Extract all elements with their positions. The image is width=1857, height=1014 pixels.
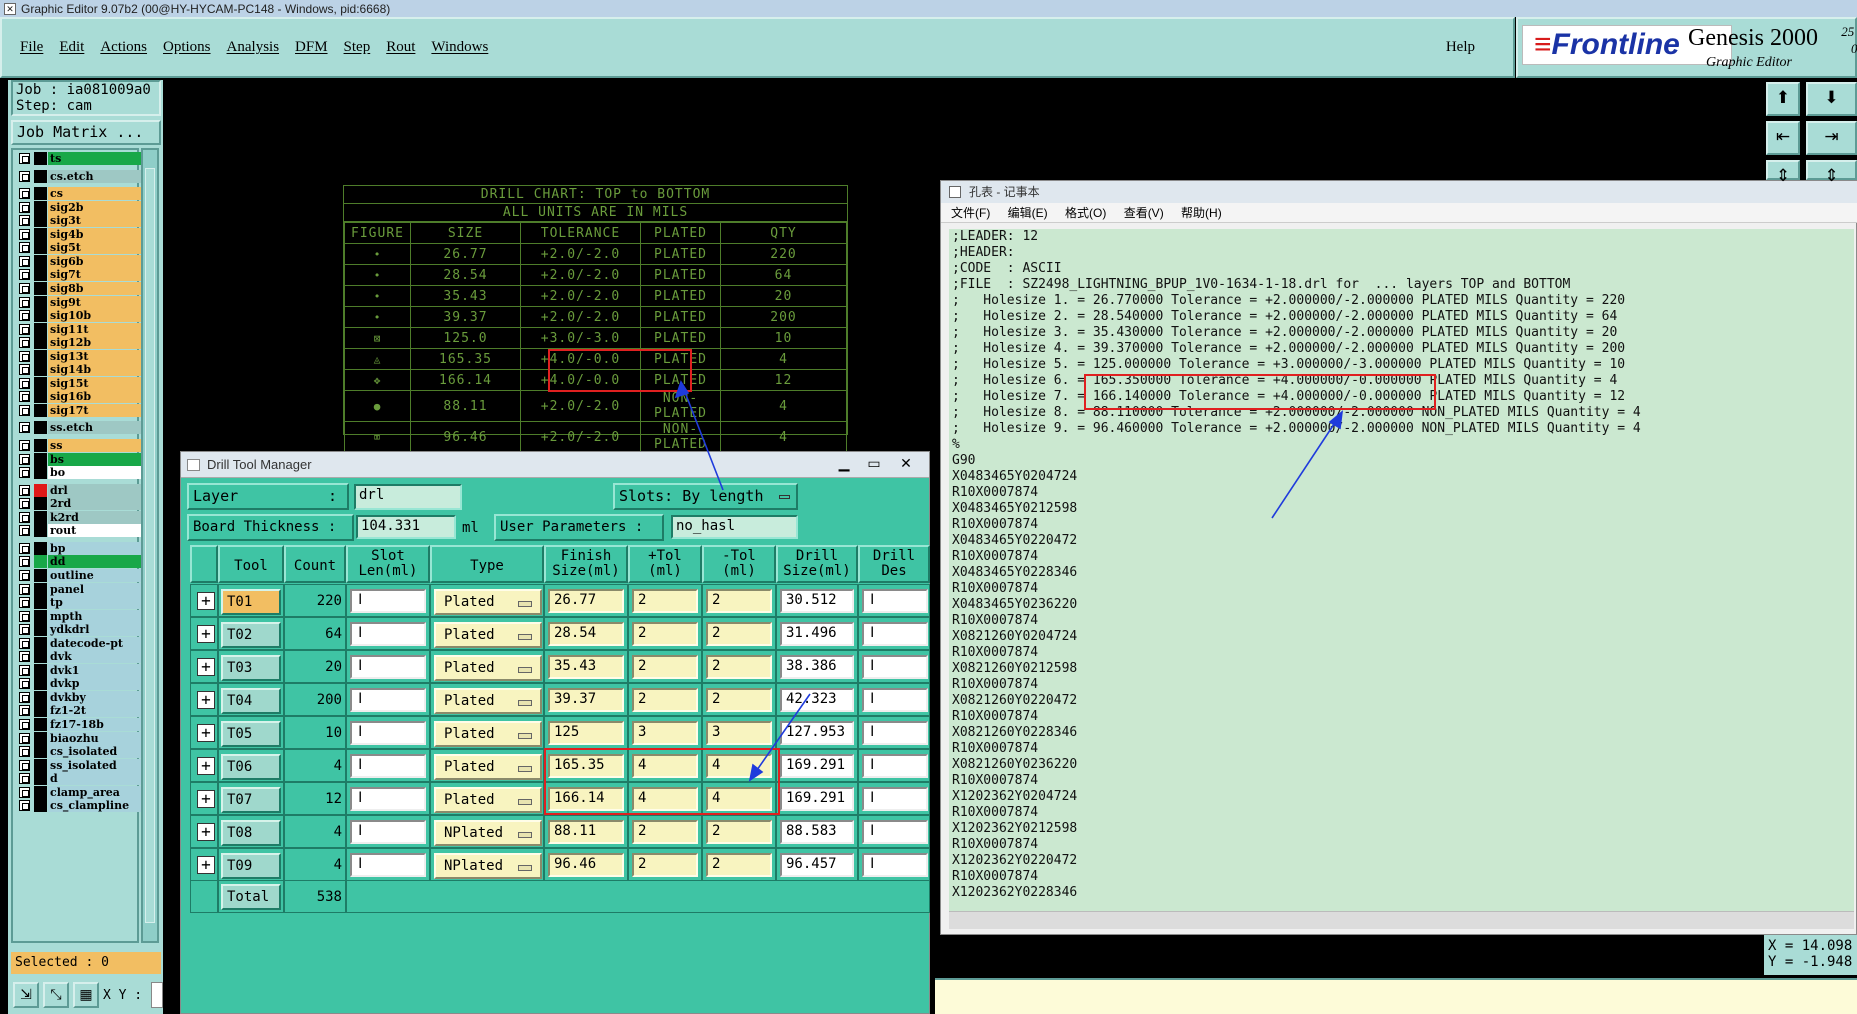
- arrow-line-2: [749, 693, 811, 781]
- arrow-head-2: [748, 763, 764, 782]
- arrow-line-3: [1271, 411, 1343, 519]
- desktop: ✕ Graphic Editor 9.07b2 (00@HY-HYCAM-PC1…: [0, 0, 1857, 1014]
- annotation-arrows: [674, 380, 1344, 782]
- arrow-head-3: [1328, 410, 1344, 430]
- arrow-line-1: [680, 381, 724, 491]
